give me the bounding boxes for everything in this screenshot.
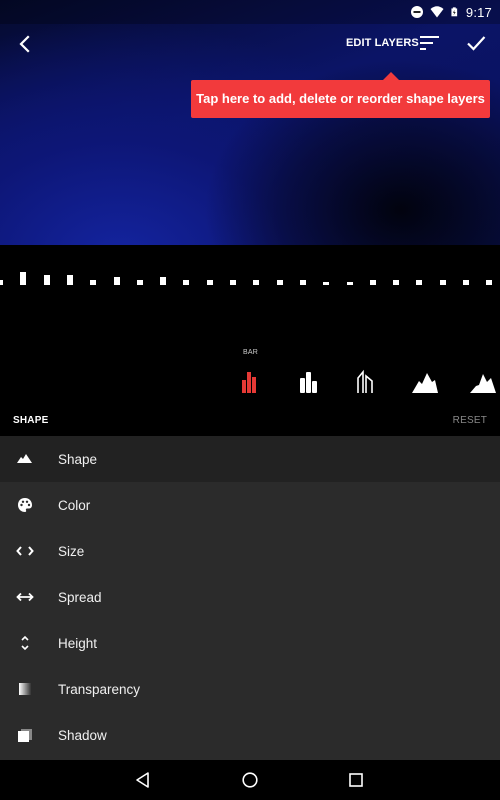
menu-item-transparency[interactable]: Transparency [0,666,500,712]
visualizer-bar [393,280,399,285]
shadow-square-icon [16,726,34,744]
edit-layers-tooltip: Tap here to add, delete or reorder shape… [191,72,490,118]
section-header: SHAPE RESET [0,402,500,436]
selected-shape-label: BAR [243,349,258,356]
back-button[interactable] [14,32,36,56]
unfold-icon [16,634,34,652]
menu-item-color[interactable]: Color [0,482,500,528]
nav-back-triangle-icon[interactable] [134,771,152,789]
visualizer-bar [416,280,422,285]
visualizer-bar [44,275,50,285]
edit-layers-button[interactable]: EDIT LAYERS [346,37,419,49]
status-time: 9:17 [465,4,492,20]
layers-sort-icon[interactable] [419,34,441,52]
toolbar: EDIT LAYERS [0,24,500,64]
gradient-square-icon [16,680,34,698]
visualizer-bar [114,277,120,285]
menu-item-label: Shape [58,451,98,467]
visualizer-bar [0,280,3,285]
battery-charging-icon [451,7,458,17]
nav-recents-square-icon[interactable] [347,771,365,789]
menu-item-spread[interactable]: Spread [0,574,500,620]
wifi-icon [430,6,444,18]
menu-item-label: Spread [58,589,102,605]
mountain-icon [16,450,34,468]
visualizer-bar [463,280,469,285]
menu-item-label: Size [58,543,85,559]
visualizer-bar [486,280,492,285]
visualizer-bar [90,280,96,285]
bar-rounded-shape-icon[interactable] [294,368,324,394]
settings-menu: Shape Color Size Spread Height Transpare… [0,436,500,760]
code-brackets-icon [16,542,34,560]
visualizer-bar [137,280,143,285]
visualizer-bar [277,280,283,285]
visualizer-bar [323,282,329,285]
shape-picker: BAR [0,340,500,402]
visualizer-bar [183,280,189,285]
mountain-smooth-shape-icon[interactable] [468,368,498,394]
section-title: SHAPE [13,415,49,426]
line-peaks-shape-icon[interactable] [352,368,382,394]
menu-item-label: Shadow [58,727,107,743]
visualizer-bar [253,280,259,285]
visualizer-bar [207,280,213,285]
mountain-shape-icon[interactable] [410,368,440,394]
menu-item-label: Transparency [58,681,141,697]
palette-icon [16,496,34,514]
do-not-disturb-icon [410,6,423,18]
horizontal-arrows-icon [16,588,34,606]
audio-visualizer [0,245,500,340]
menu-item-height[interactable]: Height [0,620,500,666]
visualizer-bar [230,280,236,285]
visualizer-bar [370,280,376,285]
bar-shape-icon[interactable] [236,368,266,394]
reset-button[interactable]: RESET [453,415,487,426]
visualizer-bar [300,280,306,285]
visualizer-bar [160,277,166,285]
navigation-bar [0,760,500,800]
menu-item-shape[interactable]: Shape [0,436,500,482]
visualizer-bar [67,275,73,285]
check-icon[interactable] [466,33,486,53]
nav-home-circle-icon[interactable] [241,771,259,789]
visualizer-bar [347,282,353,285]
visualizer-bar [440,280,446,285]
menu-item-label: Height [58,635,98,651]
visualizer-bar [20,272,26,285]
menu-item-shadow[interactable]: Shadow [0,712,500,758]
status-bar: 9:17 [0,0,500,24]
menu-item-label: Color [58,497,91,513]
menu-item-size[interactable]: Size [0,528,500,574]
